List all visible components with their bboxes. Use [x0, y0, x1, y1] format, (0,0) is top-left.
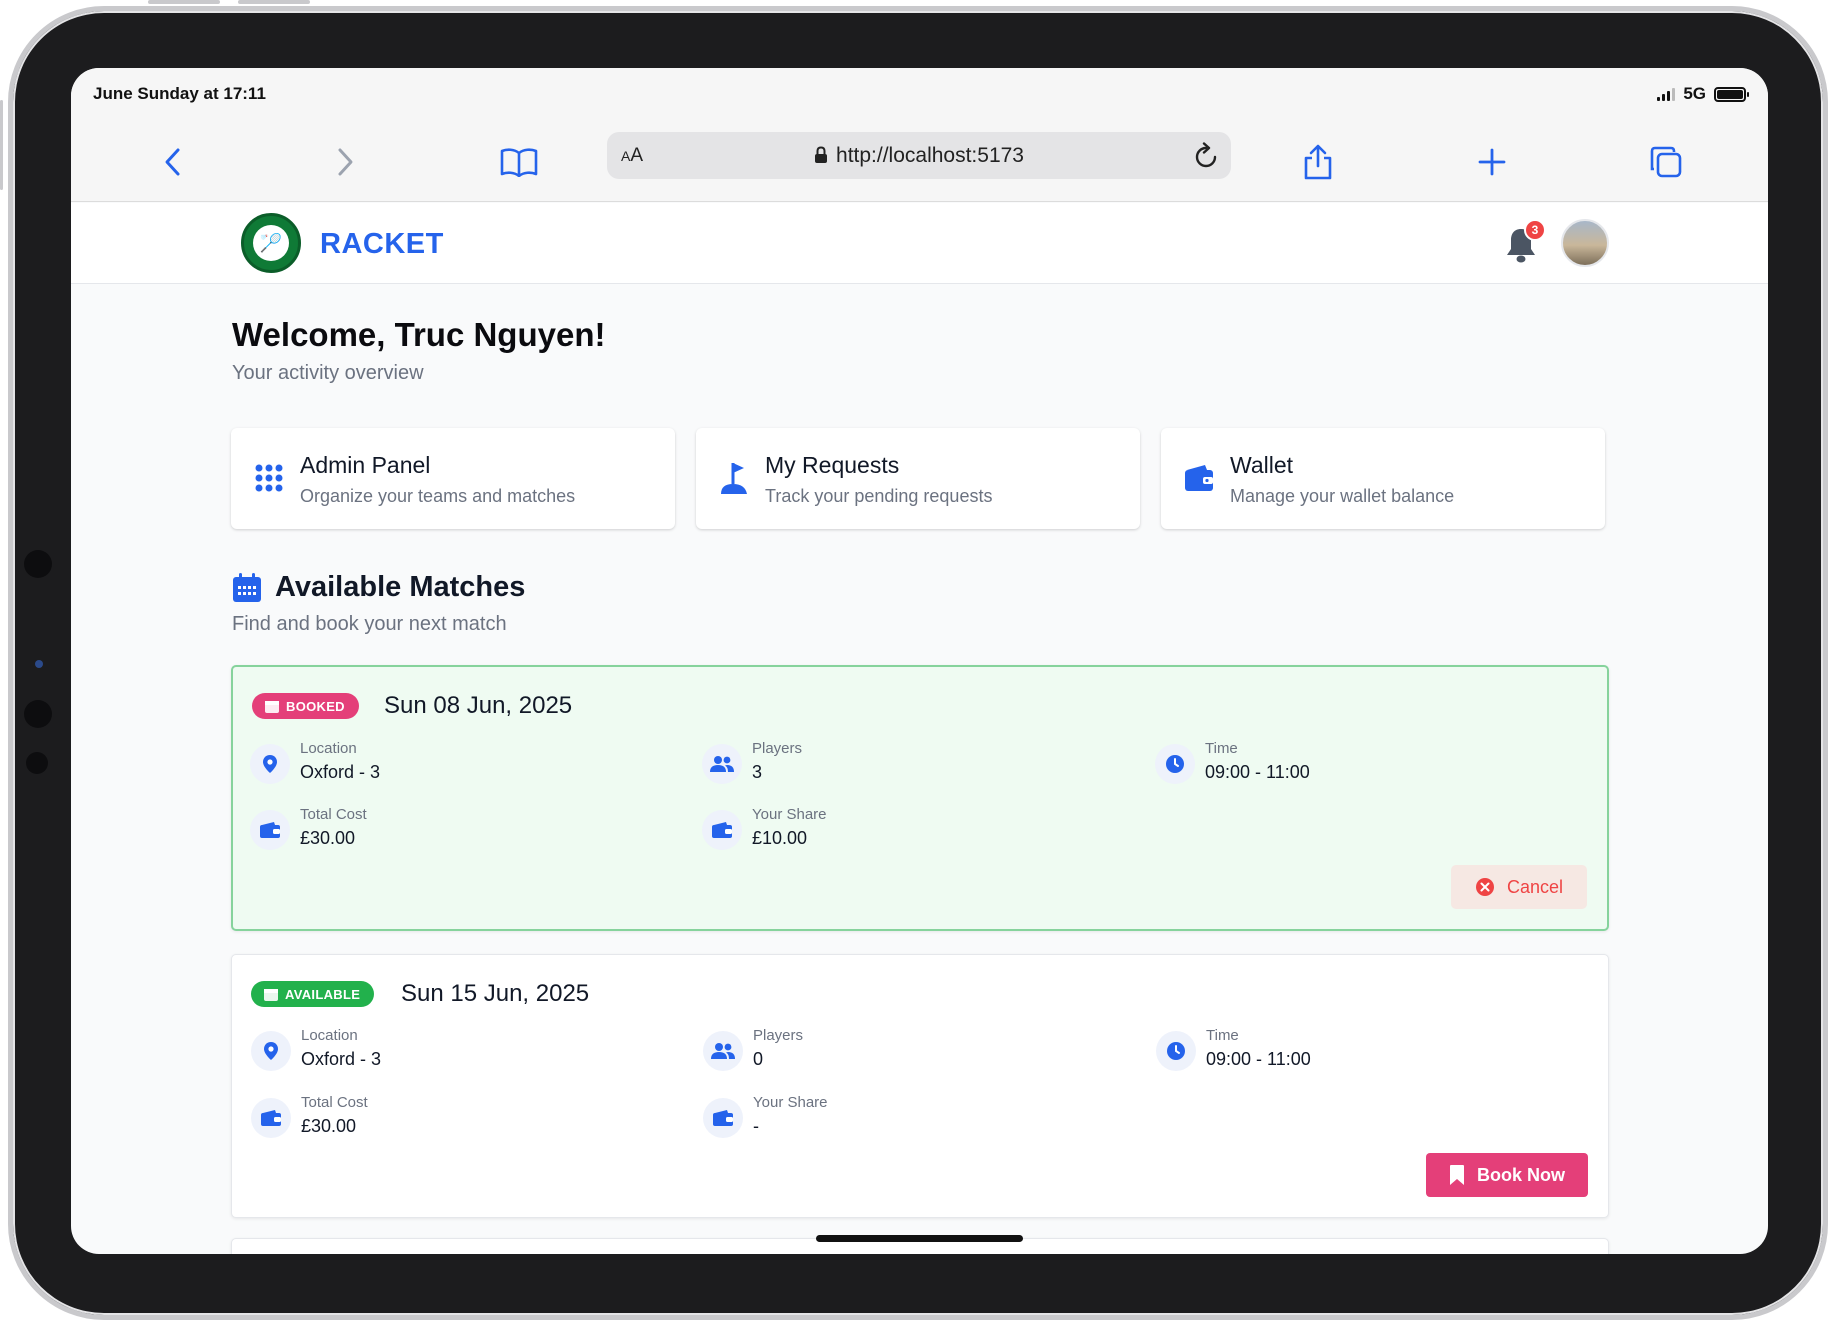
calendar-icon [233, 573, 261, 602]
new-tab-icon[interactable] [1472, 142, 1512, 182]
lock-icon [815, 146, 828, 163]
field-label: Your Share [752, 806, 827, 823]
home-indicator[interactable] [816, 1235, 1023, 1242]
brand-name[interactable]: RACKET [320, 228, 444, 261]
field-label: Location [300, 740, 357, 757]
volume-button [238, 0, 310, 4]
reload-icon[interactable] [1193, 142, 1219, 170]
clock-icon [1155, 744, 1195, 784]
match-date: Sun 08 Jun, 2025 [384, 692, 573, 719]
button-label: Cancel [1506, 876, 1564, 897]
admin-panel-card[interactable]: Admin Panel Organize your teams and matc… [231, 428, 675, 529]
volume-button [148, 0, 220, 4]
field-value: £10.00 [752, 828, 808, 848]
field-label: Location [301, 1027, 358, 1044]
grid-icon [251, 460, 287, 496]
field-value: Oxford - 3 [301, 1049, 382, 1069]
match-card: BOOKED Sun 08 Jun, 2025 Location Oxford … [231, 665, 1609, 931]
field-value: 09:00 - 11:00 [1205, 762, 1310, 782]
calendar-icon [264, 989, 278, 1001]
cancel-button[interactable]: Cancel [1451, 865, 1587, 909]
wallet-icon [250, 810, 290, 850]
network-label: 5G [1683, 84, 1706, 103]
sensor-dot [24, 550, 52, 578]
status-label: AVAILABLE [285, 986, 361, 1002]
share-icon[interactable] [1298, 142, 1338, 182]
section-subtitle: Find and book your next match [232, 613, 507, 635]
status-badge: BOOKED [252, 693, 359, 719]
status-badge: AVAILABLE [251, 981, 375, 1007]
back-icon[interactable] [153, 142, 193, 182]
users-icon [702, 744, 742, 784]
sensor-dot [26, 752, 48, 774]
screen: June Sunday at 17:11 5G AA http://localh… [71, 68, 1768, 1254]
notification-badge: 3 [1524, 219, 1546, 241]
app-header: 🏸 RACKET 3 [71, 203, 1768, 284]
card-subtitle: Organize your teams and matches [300, 486, 576, 506]
field-value: £30.00 [300, 828, 356, 848]
racket-logo[interactable]: 🏸 [241, 213, 301, 273]
wallet-icon [702, 810, 742, 850]
section-title: Available Matches [275, 571, 526, 603]
status-label: BOOKED [286, 698, 345, 714]
card-subtitle: Manage your wallet balance [1230, 486, 1455, 506]
calendar-icon [265, 701, 279, 713]
clock-icon [1156, 1031, 1196, 1071]
wallet-icon [703, 1098, 743, 1138]
map-pin-icon [250, 744, 290, 784]
match-card: AVAILABLE Sun 15 Jun, 2025 Location Oxfo… [231, 954, 1609, 1218]
card-title: Wallet [1230, 452, 1294, 478]
bookmarks-icon[interactable] [499, 142, 539, 182]
welcome-subtitle: Your activity overview [232, 362, 424, 384]
field-label: Total Cost [301, 1094, 368, 1111]
field-value: 3 [752, 762, 763, 782]
user-avatar[interactable] [1561, 219, 1609, 267]
x-circle-icon [1475, 878, 1494, 896]
welcome-heading: Welcome, Truc Nguyen! [232, 316, 606, 353]
match-date: Sun 15 Jun, 2025 [401, 980, 590, 1007]
forward-icon[interactable] [325, 142, 365, 182]
status-bar: June Sunday at 17:11 5G [71, 68, 1768, 124]
camera-lens [35, 660, 43, 668]
wallet-icon [251, 1098, 291, 1138]
wallet-card[interactable]: Wallet Manage your wallet balance [1161, 428, 1605, 529]
my-requests-card[interactable]: My Requests Track your pending requests [696, 428, 1140, 529]
button-label: Book Now [1477, 1164, 1565, 1185]
address-bar[interactable]: AA http://localhost:5173 [607, 132, 1231, 179]
field-label: Time [1206, 1027, 1239, 1044]
url-text: http://localhost:5173 [836, 144, 1024, 167]
field-value: 0 [753, 1049, 764, 1069]
users-icon [703, 1031, 743, 1071]
tabs-icon[interactable] [1646, 142, 1686, 182]
field-label: Players [752, 740, 803, 757]
status-time: June Sunday at 17:11 [93, 84, 266, 103]
field-value: £30.00 [301, 1116, 357, 1136]
signal-icon [1657, 87, 1676, 101]
bookmark-icon [1450, 1165, 1464, 1185]
field-value: - [753, 1116, 759, 1136]
map-pin-icon [251, 1031, 291, 1071]
power-button [0, 100, 3, 190]
field-label: Time [1205, 740, 1238, 757]
field-value: 09:00 - 11:00 [1206, 1049, 1311, 1069]
wallet-icon [1181, 460, 1217, 496]
field-label: Total Cost [300, 806, 367, 823]
flag-icon [716, 460, 752, 496]
sensor-dot [24, 700, 52, 728]
book-now-button[interactable]: Book Now [1426, 1153, 1588, 1197]
card-subtitle: Track your pending requests [765, 486, 993, 506]
field-label: Players [753, 1027, 804, 1044]
field-label: Your Share [753, 1094, 828, 1111]
card-title: My Requests [765, 452, 900, 478]
field-value: Oxford - 3 [300, 762, 381, 782]
card-title: Admin Panel [300, 452, 431, 478]
battery-icon [1714, 86, 1749, 102]
